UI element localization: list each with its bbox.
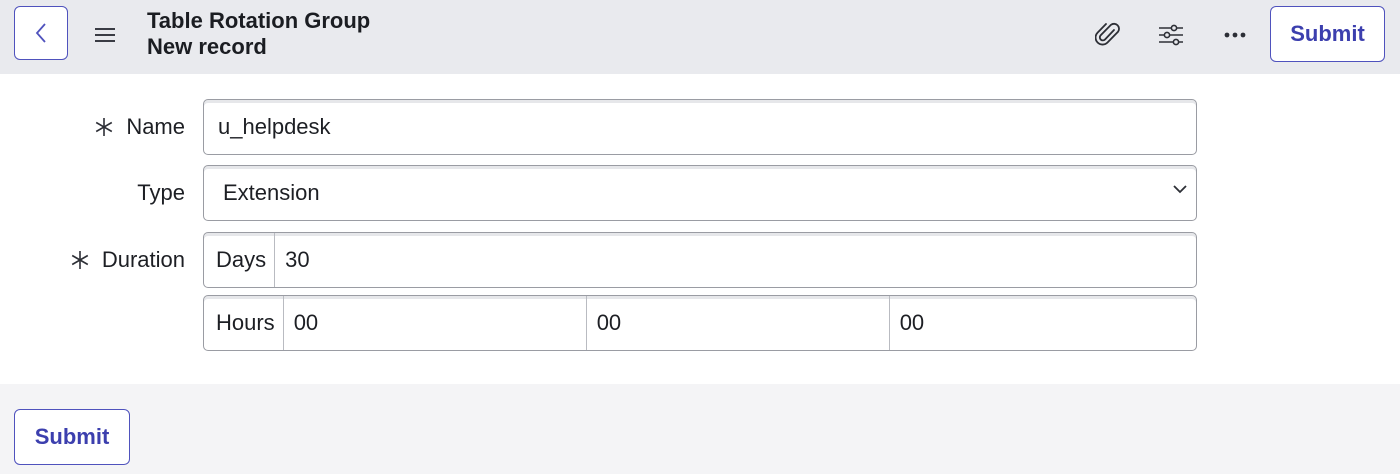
name-input[interactable]: u_helpdesk [203, 99, 1197, 155]
minutes-input[interactable]: 00 [587, 296, 890, 350]
type-select-value: Extension [223, 180, 320, 205]
more-options-icon [1224, 32, 1246, 38]
hamburger-menu-icon [95, 28, 115, 42]
record-subtitle: New record [147, 34, 267, 59]
chevron-left-icon [35, 23, 46, 43]
table-title: Table Rotation Group [147, 8, 371, 33]
hours-prefix: Hours [204, 296, 284, 350]
required-asterisk-icon [70, 250, 90, 270]
days-prefix: Days [204, 233, 276, 287]
name-label-text: Name [126, 114, 185, 139]
more-options-button[interactable] [1218, 18, 1252, 52]
duration-label-text: Duration [101, 247, 185, 272]
duration-hours-field: Hours 00 00 00 [203, 295, 1197, 351]
chevron-down-icon [1173, 185, 1187, 194]
back-button[interactable] [14, 6, 68, 60]
required-asterisk-icon [94, 117, 114, 137]
seconds-input[interactable]: 00 [890, 296, 1196, 350]
paperclip-icon [1095, 22, 1120, 46]
hours-input[interactable]: 00 [284, 296, 587, 350]
duration-days-field: Days 30 [203, 232, 1197, 288]
personalize-form-button[interactable] [1154, 18, 1188, 52]
type-select[interactable]: Extension [203, 165, 1197, 221]
page-title: Table Rotation Group New record [147, 8, 370, 60]
record-header: Table Rotation Group New record Submit [0, 0, 1400, 74]
days-input[interactable]: 30 [275, 233, 1196, 287]
name-input-value: u_helpdesk [218, 114, 331, 139]
record-form: Name u_helpdesk Type Extension Duration … [0, 74, 1400, 384]
context-menu-button[interactable] [90, 20, 120, 50]
submit-button-bottom[interactable]: Submit [14, 409, 130, 465]
type-label-text: Type [137, 180, 185, 205]
duration-label: Duration [70, 232, 185, 288]
sliders-icon [1159, 24, 1183, 46]
submit-button-top[interactable]: Submit [1270, 6, 1385, 62]
name-label: Name [94, 99, 185, 155]
type-label: Type [137, 165, 185, 221]
attachment-button[interactable] [1091, 18, 1125, 52]
